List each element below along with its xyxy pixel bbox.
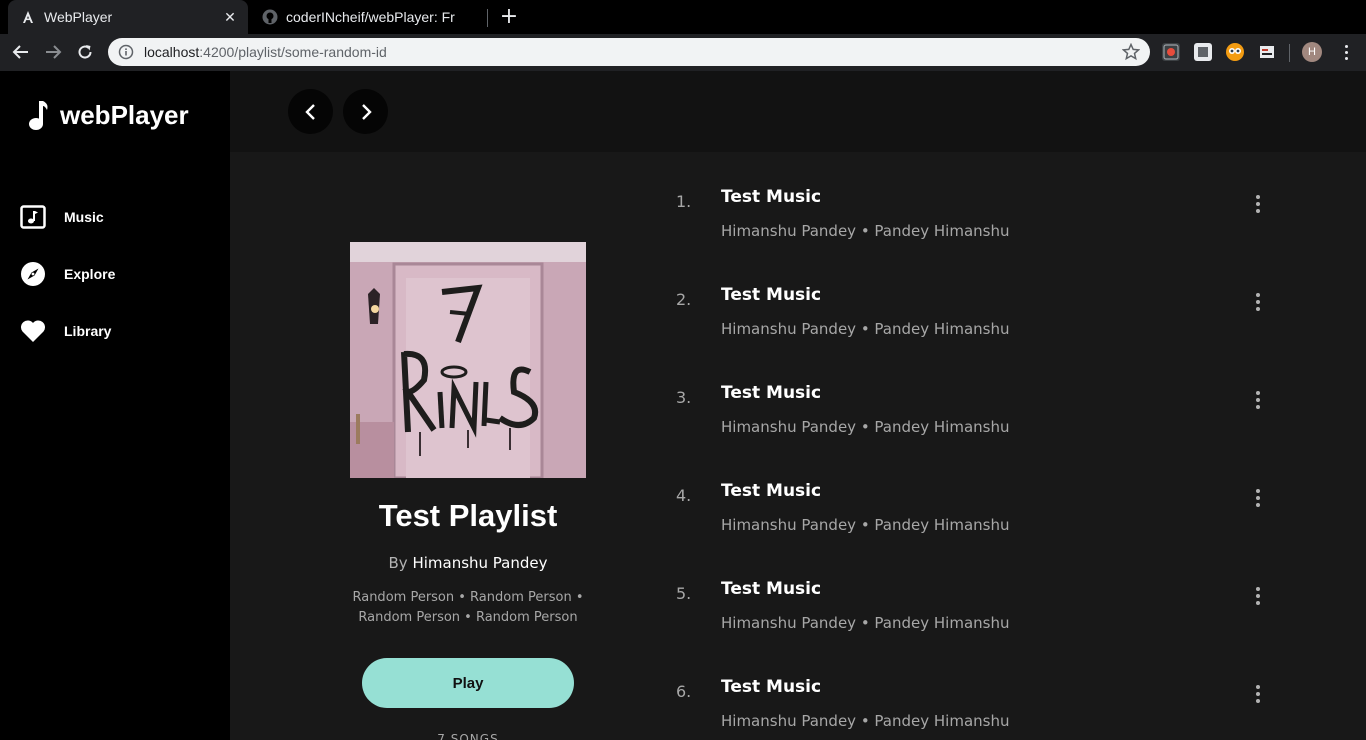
sidebar-item-label: Music [64,209,104,225]
chevron-left-icon [304,103,315,120]
track-list: 1. Test Music Himanshu Pandey • Pandey H… [660,152,1366,740]
track-artists: Himanshu Pandey • Pandey Himanshu [721,418,1010,436]
angular-icon [20,9,36,25]
url-path: :4200/playlist/some-random-id [199,44,387,60]
history-back-button[interactable] [288,89,333,134]
tab-divider [487,9,488,27]
reload-button[interactable] [70,37,100,67]
forward-button[interactable] [38,37,68,67]
address-bar[interactable]: localhost:4200/playlist/some-random-id [108,38,1150,66]
track-title: Test Music [721,481,822,501]
tab-title: WebPlayer [44,9,113,25]
music-note-icon [29,101,48,130]
browser-tab-strip: WebPlayer ✕ coderINcheif/webPlayer: Fr + [0,0,1366,34]
extension-icon[interactable] [1194,43,1212,61]
webplayer-app: webPlayer Music Explore Library Test Pla… [0,71,1366,740]
playlist-owner-line: By Himanshu Pandey [230,554,706,572]
more-options-icon[interactable] [1250,486,1266,510]
heart-icon [20,318,46,344]
chevron-right-icon [361,103,372,120]
reload-icon [78,45,92,59]
toolbar-divider [1289,44,1290,62]
sidebar: webPlayer Music Explore Library [0,71,230,740]
history-forward-button[interactable] [343,89,388,134]
brand-logo[interactable]: webPlayer [28,99,189,131]
more-options-icon[interactable] [1250,584,1266,608]
track-number: 5. [676,584,692,603]
sidebar-item-library[interactable]: Library [20,318,111,344]
new-tab-button[interactable]: + [498,4,520,29]
playlist-owner-link[interactable]: Himanshu Pandey [412,554,547,572]
track-row[interactable]: 4. Test Music Himanshu Pandey • Pandey H… [660,446,1300,544]
track-number: 6. [676,682,692,701]
bookmark-star-icon[interactable] [1122,43,1140,61]
track-number: 3. [676,388,692,407]
track-title: Test Music [721,187,822,207]
track-artists: Himanshu Pandey • Pandey Himanshu [721,222,1010,240]
back-button[interactable] [6,37,36,67]
track-row[interactable]: 2. Test Music Himanshu Pandey • Pandey H… [660,250,1300,348]
main-content: Test Playlist By Himanshu Pandey Random … [230,152,1366,740]
arrow-right-icon [46,45,62,59]
dev-extension-icon[interactable] [1258,43,1276,61]
by-prefix: By [388,554,408,572]
track-number: 2. [676,290,692,309]
top-bar [230,71,1366,152]
browser-menu-icon[interactable] [1336,42,1356,62]
arrow-left-icon [12,45,28,59]
play-button[interactable]: Play [362,658,574,708]
track-title: Test Music [721,677,822,697]
more-options-icon[interactable] [1250,682,1266,706]
playlist-artists: Random Person • Random Person • Random P… [340,588,596,628]
playlist-title: Test Playlist [378,498,558,533]
track-row[interactable]: 3. Test Music Himanshu Pandey • Pandey H… [660,348,1300,446]
profile-avatar[interactable]: H [1302,42,1322,62]
sidebar-item-music[interactable]: Music [20,204,104,230]
track-artists: Himanshu Pandey • Pandey Himanshu [721,614,1010,632]
track-artists: Himanshu Pandey • Pandey Himanshu [721,712,1010,730]
track-artists: Himanshu Pandey • Pandey Himanshu [721,516,1010,534]
track-row[interactable]: 5. Test Music Himanshu Pandey • Pandey H… [660,544,1300,642]
compass-icon [20,261,46,287]
url-host: localhost [144,44,200,60]
screen-record-extension-icon[interactable] [1162,43,1180,61]
tab-webplayer[interactable]: WebPlayer ✕ [8,0,248,34]
track-row[interactable]: 6. Test Music Himanshu Pandey • Pandey H… [660,642,1300,740]
tab-title: coderINcheif/webPlayer: Fr [286,9,455,25]
artists-line: Random Person • Random Person [358,610,578,625]
track-title: Test Music [721,383,822,403]
owl-extension-icon[interactable] [1226,43,1244,61]
github-icon [262,9,278,25]
track-artists: Himanshu Pandey • Pandey Himanshu [721,320,1010,338]
sidebar-item-label: Library [64,323,112,339]
artists-line: Random Person • Random Person • [352,590,584,605]
track-title: Test Music [721,579,822,599]
close-tab-icon[interactable]: ✕ [220,7,240,27]
more-options-icon[interactable] [1250,388,1266,412]
song-count: 7 SONGS [437,732,499,740]
tab-github[interactable]: coderINcheif/webPlayer: Fr [250,0,486,34]
track-title: Test Music [721,285,822,305]
sidebar-item-explore[interactable]: Explore [20,261,115,287]
playlist-info-panel: Test Playlist By Himanshu Pandey Random … [230,152,706,740]
more-options-icon[interactable] [1250,192,1266,216]
music-note-square-icon [20,204,46,230]
more-options-icon[interactable] [1250,290,1266,314]
browser-toolbar: localhost:4200/playlist/some-random-id H [0,34,1366,71]
brand-name: webPlayer [60,99,189,130]
info-icon [118,44,134,60]
playlist-cover-art [350,242,586,478]
track-number: 4. [676,486,692,505]
track-number: 1. [676,192,692,211]
sidebar-item-label: Explore [64,266,116,282]
track-row[interactable]: 1. Test Music Himanshu Pandey • Pandey H… [660,152,1300,250]
